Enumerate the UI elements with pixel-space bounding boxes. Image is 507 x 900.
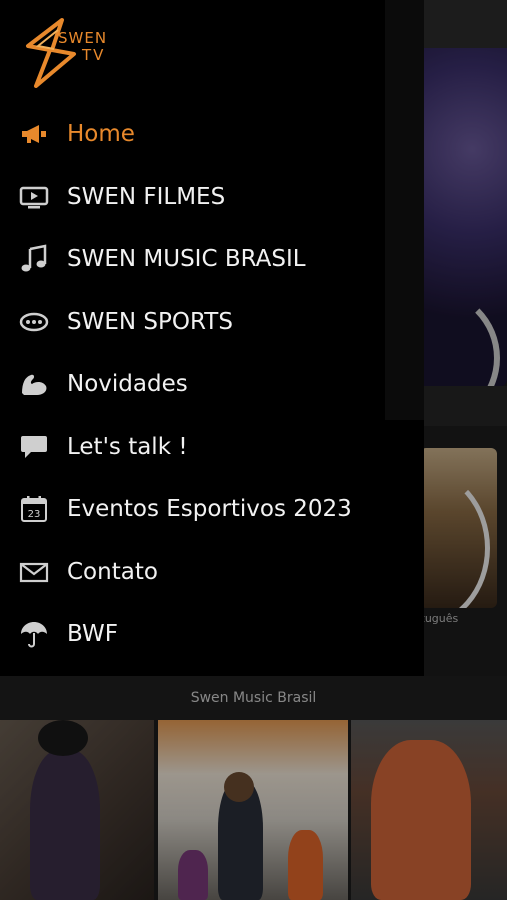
calendar-icon: 23 — [18, 493, 50, 525]
menu-item-label: SWEN MUSIC BRASIL — [67, 246, 306, 272]
menu-item-label: Novidades — [67, 371, 188, 397]
menu-item-swen-filmes[interactable]: SWEN FILMES — [0, 166, 424, 228]
menu-item-contato[interactable]: Contato — [0, 541, 424, 603]
menu-item-label: Eventos Esportivos 2023 — [67, 496, 352, 522]
menu-item-label: Home — [67, 121, 135, 147]
tv-icon — [18, 181, 50, 213]
navigation-drawer: SWEN TV Home SWEN FILMES SWEN MUSIC BRAS… — [0, 0, 424, 676]
megaphone-icon — [18, 118, 50, 150]
menu-item-novidades[interactable]: Novidades — [0, 353, 424, 415]
logo-text-swen: SWEN — [58, 29, 108, 47]
menu-item-label: SWEN SPORTS — [67, 309, 233, 335]
swen-logo-icon — [26, 18, 76, 88]
menu-item-bwf[interactable]: BWF — [0, 603, 424, 665]
umbrella-icon — [18, 618, 50, 650]
menu-item-label: SWEN FILMES — [67, 184, 226, 210]
menu-item-label: BWF — [67, 621, 118, 647]
music-note-icon — [18, 243, 50, 275]
menu-item-eventos-esportivos[interactable]: 23 Eventos Esportivos 2023 — [0, 478, 424, 540]
menu-item-lets-talk[interactable]: Let's talk ! — [0, 416, 424, 478]
logo-text-tv: TV — [82, 46, 106, 64]
menu-item-label: Contato — [67, 559, 158, 585]
menu-item-swen-sports[interactable]: SWEN SPORTS — [0, 291, 424, 353]
menu-item-label: Let's talk ! — [67, 434, 188, 460]
menu-item-home[interactable]: Home — [0, 103, 424, 165]
muscle-arm-icon — [18, 368, 50, 400]
svg-text:23: 23 — [28, 509, 41, 520]
swen-tv-logo[interactable]: SWEN TV — [22, 16, 122, 88]
sports-ball-icon — [18, 306, 50, 338]
envelope-icon — [18, 556, 50, 588]
menu-item-swen-music-brasil[interactable]: SWEN MUSIC BRASIL — [0, 228, 424, 290]
chat-bubble-icon — [18, 431, 50, 463]
